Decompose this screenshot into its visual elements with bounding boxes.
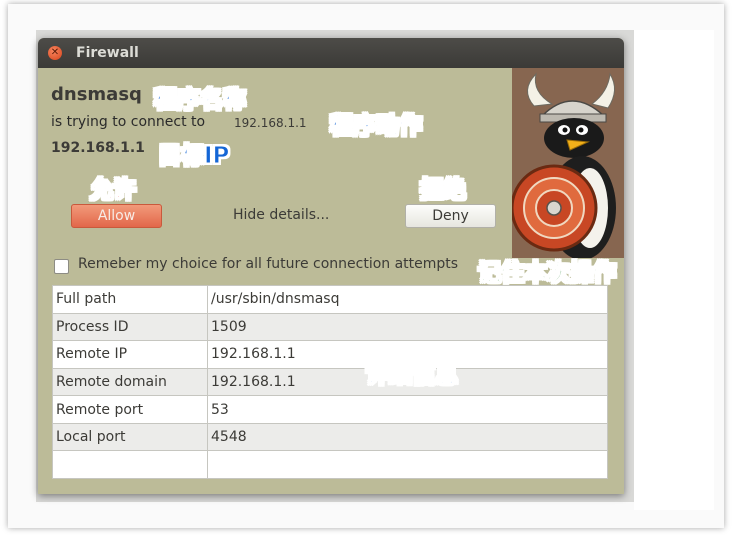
detail-key: Full path <box>52 285 208 314</box>
program-name: dnsmasq <box>51 84 142 105</box>
details-table: Full path/usr/sbin/dnsmasq Process ID 1509… <box>52 285 608 479</box>
table-row: Remote IP 192.168.1.1 <box>52 340 608 369</box>
remember-label[interactable]: Remeber my choice for all future connect… <box>78 256 458 272</box>
detail-key: Local port <box>52 422 208 452</box>
target-ip: 192.168.1.1 <box>51 140 145 156</box>
table-row: Full path/usr/sbin/dnsmasq <box>52 285 608 314</box>
title-bar[interactable]: ✕ Firewall <box>38 38 624 68</box>
annotation-program-name: 程序名称 <box>154 87 247 114</box>
annotation-remember: 记住本次操作 <box>478 260 617 287</box>
table-row: Local port 4548 <box>52 422 608 452</box>
table-row: Process ID 1509 <box>52 312 608 342</box>
detail-value: /usr/sbin/dnsmasq <box>207 285 608 314</box>
remember-checkbox[interactable] <box>54 259 69 274</box>
hide-details-link[interactable]: Hide details... <box>233 207 329 223</box>
detail-key: Remote IP <box>52 340 208 369</box>
detail-value <box>207 450 608 479</box>
table-row <box>52 450 608 479</box>
annotation-allow: 允许 <box>90 177 137 204</box>
allow-button[interactable]: Allow <box>71 204 162 228</box>
detail-value: 1509 <box>207 312 608 342</box>
detail-value: 53 <box>207 395 608 424</box>
detail-key <box>52 450 208 479</box>
deny-button[interactable]: Deny <box>405 204 496 228</box>
close-icon[interactable]: ✕ <box>48 46 62 60</box>
window-title: Firewall <box>76 45 139 61</box>
backdrop-white-panel <box>634 30 714 510</box>
detail-key: Process ID <box>52 312 208 342</box>
detail-key: Remote domain <box>52 367 208 397</box>
annotation-target-ip: 目标IP <box>157 143 230 170</box>
detail-key: Remote port <box>52 395 208 424</box>
table-row: Remote port 53 <box>52 395 608 424</box>
program-action-ip: 192.168.1.1 <box>234 116 307 130</box>
annotation-program-action: 程序动作 <box>330 113 423 140</box>
program-action-text: is trying to connect to <box>51 114 206 130</box>
penguin-viking-mascot-icon <box>510 68 624 260</box>
detail-value: 4548 <box>207 422 608 452</box>
annotation-details: 详细信息 <box>366 362 459 389</box>
table-row: Remote domain 192.168.1.1 <box>52 367 608 397</box>
annotation-deny: 拒绝 <box>420 177 467 204</box>
